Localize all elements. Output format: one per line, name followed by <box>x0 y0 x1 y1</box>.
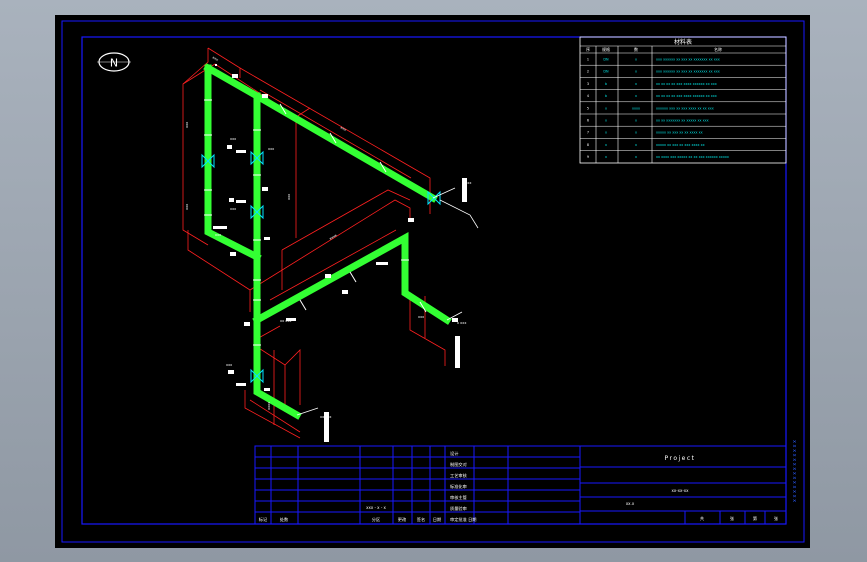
end-label: x xxx <box>457 321 466 325</box>
table-cell: xxx xxxxxx xx xxx xx xxxxxxx xx xxx <box>656 70 720 74</box>
valve-label: xxx <box>268 147 274 151</box>
dimension-label: xxx <box>185 122 189 128</box>
table-cell: x <box>605 143 607 147</box>
parts-table-title: 材料表 <box>674 38 692 46</box>
table-cell: x <box>635 131 637 135</box>
table-cell: x <box>635 58 637 62</box>
tb-bottom-label: 更改 <box>398 516 407 523</box>
tb-bottom-label: 分区 <box>372 516 380 523</box>
table-cell: xxxxx xx xxx xx xxx xxxx xx <box>656 143 705 147</box>
title-block-mid-text: xxx - x - x <box>366 505 386 510</box>
header-cell: 名称 <box>714 46 722 52</box>
table-cell: x <box>605 106 607 110</box>
tb-label: 标准化审 <box>450 483 467 490</box>
valve-label: xxx <box>230 137 236 141</box>
valve-label: xxx <box>226 363 232 367</box>
table-cell: 1 <box>587 58 589 62</box>
table-cell: b <box>605 94 607 98</box>
valve-label: xxx <box>230 207 236 211</box>
dimension-label: xxxx <box>267 402 271 410</box>
tb-label: 审定批准 日期 <box>450 516 476 523</box>
tb-bottom-label: 标记 <box>259 516 268 523</box>
table-cell: 5 <box>587 106 589 110</box>
table-cell: 8 <box>587 143 589 147</box>
table-cell: xx xxxx xxx xxxxx xx xx xxx xxxxxx xxxxx <box>656 155 729 159</box>
tb-sheet-label: 第 <box>753 515 757 522</box>
dimension-label: xxx <box>287 194 291 200</box>
tb-bottom-label: 处数 <box>280 516 289 523</box>
header-cell: 序 <box>586 46 590 52</box>
tb-sheet-label: 共 <box>700 515 704 522</box>
table-cell: DN <box>603 70 609 74</box>
table-cell: x <box>605 155 607 159</box>
table-cell: xx xx xx xx xxx xxxx xxxxxx xx xxx <box>656 82 717 86</box>
table-cell: x <box>635 155 637 159</box>
table-cell: 3 <box>587 82 589 86</box>
table-cell: xxxxxx xxx xx xxx xxxx xx xx xxx <box>656 106 714 110</box>
north-label: N <box>110 57 118 70</box>
tb-label: 设计 <box>450 450 458 457</box>
header-cell: 规格 <box>602 46 610 52</box>
header-cell: 数 <box>634 46 638 52</box>
valve-label: xxx <box>215 233 221 237</box>
dimension-label: xxx <box>185 204 189 210</box>
table-cell: xx xx xxxxxxx xx xxxxx xx xxx <box>656 119 709 123</box>
table-cell: 9 <box>587 155 589 159</box>
table-cell: 6 <box>587 119 589 123</box>
table-cell: xxxx <box>632 106 640 110</box>
table-cell: 7 <box>587 131 589 135</box>
cad-drawing-viewport[interactable]: N 材料表 序 规格 数 名称 1 DN x xxx xxxxxx xx xxx… <box>0 0 867 562</box>
table-cell: b <box>605 82 607 86</box>
project-label: Project <box>664 455 695 462</box>
end-label: x xxx <box>462 181 471 185</box>
table-cell: DN <box>603 58 609 62</box>
tb-label: 质量验审 <box>450 505 467 512</box>
dimension-label: xxx <box>418 315 424 319</box>
table-cell: 2 <box>587 70 589 74</box>
table-cell: x <box>605 119 607 123</box>
table-cell: xxx xxxxxx xx xxx xx xxxxxxx xx xxx <box>656 58 720 62</box>
table-cell: x <box>605 131 607 135</box>
end-label: xx xxx <box>320 415 331 419</box>
tb-bottom-label: 签名 <box>417 516 425 523</box>
tb-label: 审核主管 <box>450 494 467 501</box>
scale-code: xx.x <box>626 501 635 506</box>
table-cell: 4 <box>587 94 589 98</box>
table-cell: x <box>635 94 637 98</box>
tb-label: 工艺审核 <box>450 472 468 479</box>
table-cell: xx xx xx xx xxx xxxx xxxxxx xx xxx <box>656 94 717 98</box>
side-margin-text: x x x x x x x x x x x x x x <box>791 440 797 502</box>
tb-label: 制图交对 <box>450 461 467 468</box>
end-label: xx xxx <box>280 319 291 323</box>
drawing-number: xx-xx-xx <box>671 488 689 493</box>
table-cell: xxxxx xx xxx xx xx xxxx xx <box>656 131 703 135</box>
table-cell: x <box>635 70 637 74</box>
table-cell: x <box>635 119 637 123</box>
table-cell: x <box>635 82 637 86</box>
table-cell: x <box>635 143 637 147</box>
